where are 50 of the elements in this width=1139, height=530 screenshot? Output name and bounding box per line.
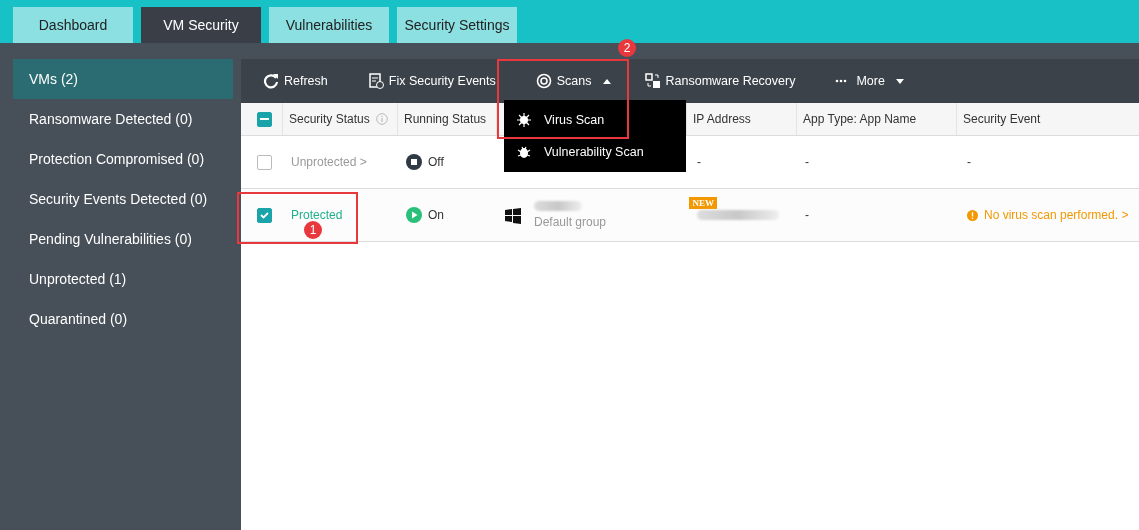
tab[interactable]: Security Settings bbox=[397, 7, 517, 43]
tab[interactable]: Vulnerabilities bbox=[269, 7, 389, 43]
ellipsis-icon bbox=[835, 79, 848, 83]
clipboard-check-icon bbox=[367, 73, 384, 89]
tick-icon bbox=[260, 211, 269, 219]
tab[interactable]: VM Security bbox=[141, 7, 261, 43]
menu-item[interactable]: Vulnerability Scan bbox=[504, 136, 686, 168]
toolbar-button[interactable]: Ransomware Recovery bbox=[644, 73, 836, 89]
caret-icon bbox=[895, 78, 904, 84]
sidebar-item[interactable]: Security Events Detected (0) bbox=[13, 179, 233, 219]
running-status: Off bbox=[428, 155, 444, 169]
toolbar-button[interactable]: Scans bbox=[535, 73, 645, 89]
toolbar-button[interactable]: Fix Security Events bbox=[367, 73, 536, 89]
column-header: App Type: App Name bbox=[803, 112, 917, 126]
column-header: Running Status bbox=[404, 112, 487, 126]
table-cell: - bbox=[697, 155, 701, 169]
bug-icon bbox=[516, 144, 532, 160]
toolbar-button[interactable]: More bbox=[835, 74, 938, 88]
step-marker: 2 bbox=[618, 39, 636, 57]
table-cell: - bbox=[805, 208, 809, 222]
running-status: On bbox=[428, 208, 444, 222]
info-icon bbox=[375, 113, 388, 125]
refresh-icon bbox=[263, 73, 279, 89]
sidebar-item[interactable]: Unprotected (1) bbox=[13, 259, 233, 299]
table-cell: - bbox=[967, 155, 971, 169]
recovery-icon bbox=[644, 73, 661, 89]
menu-item[interactable]: Virus Scan bbox=[504, 104, 686, 136]
toolbar-button[interactable]: Refresh bbox=[263, 73, 368, 89]
select-all-checkbox[interactable] bbox=[257, 111, 272, 127]
group-name: Default group bbox=[534, 215, 607, 229]
sidebar-item[interactable]: Protection Compromised (0) bbox=[13, 139, 233, 179]
virus-icon bbox=[516, 112, 532, 128]
sidebar-item[interactable]: VMs (2) bbox=[13, 59, 233, 99]
caret-icon bbox=[602, 78, 611, 84]
column-header: Security Status bbox=[289, 112, 370, 126]
dash-icon bbox=[260, 118, 269, 120]
tab[interactable]: Dashboard bbox=[13, 7, 133, 43]
row-checkbox[interactable] bbox=[257, 154, 272, 170]
new-badge: NEW bbox=[689, 197, 717, 209]
radar-icon bbox=[535, 73, 552, 89]
row-checkbox[interactable] bbox=[257, 207, 272, 223]
sidebar-item[interactable]: Quarantined (0) bbox=[13, 299, 233, 339]
sidebar-item[interactable]: Pending Vulnerabilities (0) bbox=[13, 219, 233, 259]
security-status: Protected bbox=[291, 208, 343, 222]
windows-icon bbox=[505, 208, 521, 224]
table-cell: - bbox=[805, 155, 809, 169]
column-header: IP Address bbox=[693, 112, 751, 126]
sidebar-item[interactable]: Ransomware Detected (0) bbox=[13, 99, 233, 139]
column-header: Security Event bbox=[963, 112, 1041, 126]
redaction-mark bbox=[534, 201, 582, 211]
